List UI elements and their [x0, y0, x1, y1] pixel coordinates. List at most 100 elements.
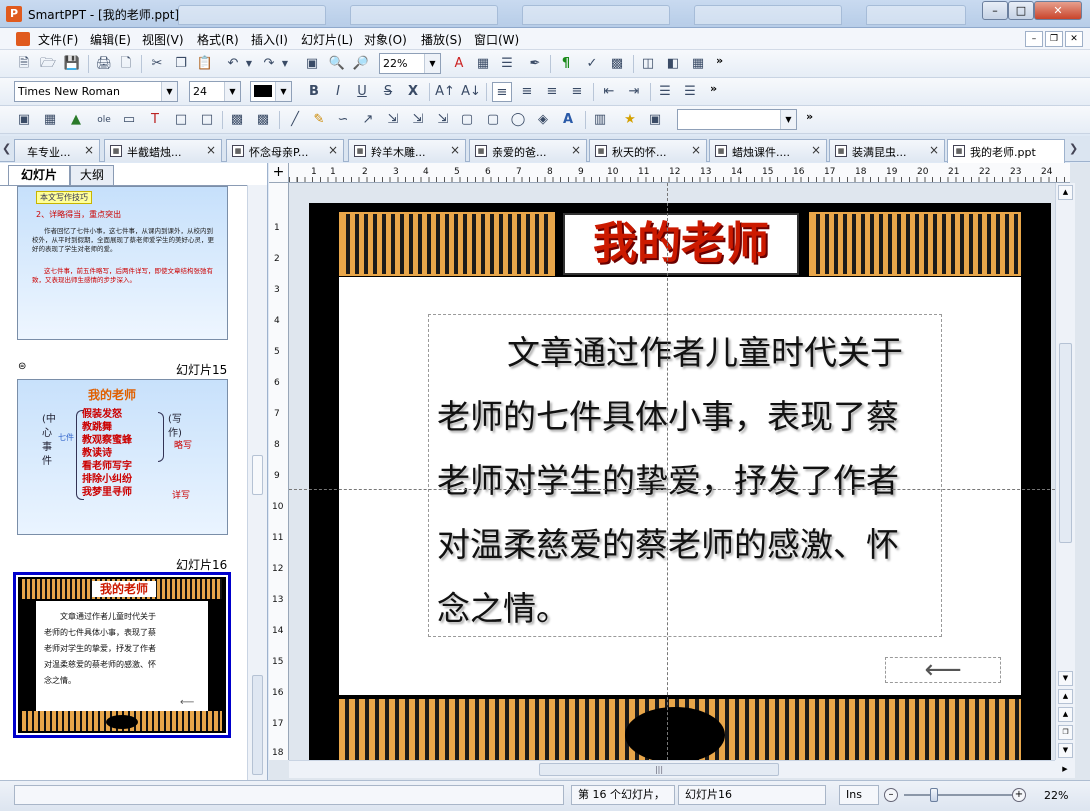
- slide-canvas[interactable]: 我的老师 文章通过作者儿童时代关于 老师的七件具体小事，表现了蔡 老师对学生的挚…: [289, 183, 1055, 760]
- menu-object[interactable]: 对象(O): [364, 31, 407, 48]
- menu-edit[interactable]: 编辑(E): [90, 31, 131, 48]
- doc-tab[interactable]: ▦ 亲爱的爸... ×: [469, 139, 587, 162]
- print-icon[interactable]: 🖨: [94, 54, 114, 74]
- insert-ole-icon[interactable]: ole: [94, 110, 114, 130]
- doc-tab[interactable]: ▦ 蜡烛课件.... ×: [709, 139, 827, 162]
- close-tab-icon[interactable]: ×: [84, 143, 94, 157]
- copy-slide-icon[interactable]: ❐: [1058, 725, 1073, 740]
- paragraph-mark-icon[interactable]: ¶: [556, 54, 576, 74]
- scrollbar-thumb[interactable]: |||: [539, 763, 779, 776]
- bullet-list-icon[interactable]: ☰: [655, 82, 675, 102]
- scrollbar-thumb[interactable]: [252, 675, 263, 775]
- decrease-indent-icon[interactable]: ⇤: [599, 82, 619, 102]
- connector-tool-icon[interactable]: ⇲: [383, 110, 403, 130]
- package-icon[interactable]: ▦: [688, 54, 708, 74]
- menu-insert[interactable]: 插入(I): [251, 31, 288, 48]
- doc-tab[interactable]: 车专业... ×: [14, 139, 100, 162]
- select-object-icon[interactable]: ▣: [645, 110, 665, 130]
- insert-media-icon[interactable]: ▩: [227, 110, 247, 130]
- pencil-tool-icon[interactable]: ✎: [309, 110, 329, 130]
- full-screen-icon[interactable]: ▣: [302, 54, 322, 74]
- justify-icon[interactable]: ≡: [567, 82, 587, 102]
- close-tab-icon[interactable]: ×: [206, 143, 216, 157]
- menu-view[interactable]: 视图(V): [142, 31, 184, 48]
- zoom-slider-thumb[interactable]: [930, 788, 939, 802]
- save-icon[interactable]: 💾: [62, 54, 82, 74]
- slide-layout-icon[interactable]: ◫: [638, 54, 658, 74]
- new-file-icon[interactable]: 🗎: [14, 54, 34, 74]
- close-tab-icon[interactable]: ×: [811, 143, 821, 157]
- pdf-export-icon[interactable]: 🗋: [116, 54, 136, 74]
- paste-icon[interactable]: 📋: [195, 54, 215, 74]
- strikethrough-icon[interactable]: S: [378, 82, 398, 102]
- return-arrow-icon[interactable]: ⟵: [885, 657, 1001, 683]
- line-tool-icon[interactable]: ╱: [285, 110, 305, 130]
- tab-scroll-right-icon[interactable]: ❯: [1069, 142, 1078, 155]
- slide[interactable]: 我的老师 文章通过作者儿童时代关于 老师的七件具体小事，表现了蔡 老师对学生的挚…: [309, 203, 1051, 760]
- close-tab-icon[interactable]: ×: [929, 143, 939, 157]
- zoom-slider-track[interactable]: [904, 794, 1012, 796]
- star-icon[interactable]: ★: [620, 110, 640, 130]
- insert-table-icon[interactable]: ▦: [473, 54, 493, 74]
- prev-slide-icon[interactable]: ▲: [1058, 707, 1073, 722]
- format-painter-icon[interactable]: ✒: [525, 54, 545, 74]
- doc-tab-active[interactable]: ▦ 我的老师.ppt: [947, 139, 1065, 163]
- ellipse-tool-icon[interactable]: ◯: [508, 110, 528, 130]
- font-color-icon[interactable]: A: [449, 54, 469, 74]
- curve-connector-icon[interactable]: ⇲: [433, 110, 453, 130]
- tab-slides[interactable]: 幻灯片: [8, 165, 70, 185]
- close-tab-icon[interactable]: ×: [328, 143, 338, 157]
- zoom-out-icon[interactable]: –: [884, 788, 898, 802]
- slide-thumbnail-16-selected[interactable]: 我的老师 文章通过作者儿童时代关于 老师的七件具体小事，表现了蔡 老师对学生的挚…: [13, 572, 231, 738]
- toolbar-more-button[interactable]: »: [710, 82, 717, 95]
- italic-icon[interactable]: I: [328, 82, 348, 102]
- toolbar-more-button[interactable]: »: [716, 54, 723, 67]
- slide-design-icon[interactable]: ◧: [663, 54, 683, 74]
- text-color-select[interactable]: ▼: [250, 81, 292, 102]
- doc-tab[interactable]: ▦ 秋天的怀... ×: [589, 139, 707, 162]
- doc-tab[interactable]: ▦ 羚羊木雕... ×: [348, 139, 466, 162]
- cut-icon[interactable]: ✂: [147, 54, 167, 74]
- numbered-list-icon[interactable]: ☰: [680, 82, 700, 102]
- zoom-in-icon[interactable]: 🔍: [327, 54, 347, 74]
- curve-tool-icon[interactable]: ∽: [333, 110, 353, 130]
- menu-play[interactable]: 播放(S): [421, 31, 462, 48]
- insert-frame-icon[interactable]: ▦: [40, 110, 60, 130]
- align-center-icon[interactable]: ≡: [517, 82, 537, 102]
- close-tab-icon[interactable]: ×: [691, 143, 701, 157]
- underline-icon[interactable]: U: [352, 82, 372, 102]
- zoom-select[interactable]: 22% ▼: [379, 53, 441, 74]
- minimize-button[interactable]: –: [982, 1, 1008, 20]
- slides-panel-scrollbar[interactable]: [247, 185, 267, 780]
- doc-tab[interactable]: ▦ 装满昆虫... ×: [829, 139, 945, 162]
- maximize-button[interactable]: □: [1008, 1, 1034, 20]
- insert-shape2-icon[interactable]: □: [197, 110, 217, 130]
- menu-file[interactable]: 文件(F): [38, 31, 78, 48]
- grow-font-icon[interactable]: A↑: [435, 82, 455, 102]
- elbow-connector-icon[interactable]: ⇲: [408, 110, 428, 130]
- font-size-select[interactable]: 24 ▼: [189, 81, 241, 102]
- ruler-origin-icon[interactable]: +: [269, 163, 289, 183]
- editor-horizontal-scrollbar[interactable]: |||: [289, 760, 1055, 778]
- zoom-icon[interactable]: 🔎: [351, 54, 371, 74]
- bold-icon[interactable]: B: [304, 82, 324, 102]
- undo-icon[interactable]: ↶: [223, 54, 243, 74]
- scroll-up-icon[interactable]: ▲: [1058, 185, 1073, 200]
- tab-scroll-left-icon[interactable]: ❮: [2, 142, 11, 155]
- menu-format[interactable]: 格式(R): [197, 31, 239, 48]
- toolbar-more-button[interactable]: »: [806, 110, 813, 123]
- list-icon[interactable]: ☰: [497, 54, 517, 74]
- tab-outline[interactable]: 大纲: [70, 165, 114, 185]
- align-right-icon[interactable]: ≡: [542, 82, 562, 102]
- doc-icon[interactable]: [16, 32, 30, 46]
- slide-title[interactable]: 我的老师: [563, 213, 799, 275]
- mdi-close-button[interactable]: ✕: [1065, 31, 1083, 47]
- scrollbar-thumb[interactable]: [1059, 343, 1072, 543]
- increase-indent-icon[interactable]: ⇥: [624, 82, 644, 102]
- first-slide-icon[interactable]: ▲: [1058, 689, 1073, 704]
- align-left-icon[interactable]: ≡: [492, 82, 512, 102]
- text-box[interactable]: 文章通过作者儿童时代关于 老师的七件具体小事，表现了蔡 老师对学生的挚爱，抒发了…: [428, 314, 942, 637]
- copy-icon[interactable]: ❐: [171, 54, 191, 74]
- shape-style-select[interactable]: ▼: [677, 109, 797, 130]
- scroll-right-icon[interactable]: ▶: [1055, 760, 1075, 778]
